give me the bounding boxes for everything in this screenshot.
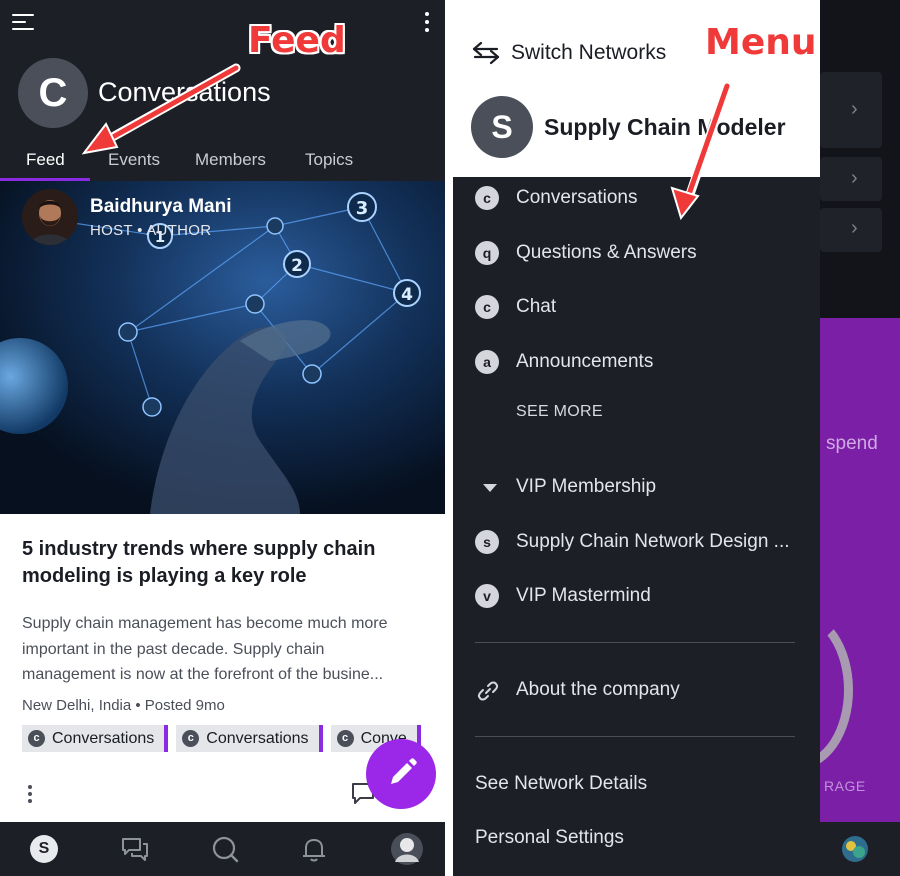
space-icon: v	[475, 584, 499, 608]
tab-members[interactable]: Members	[195, 150, 266, 170]
screenshot-divider	[445, 0, 453, 876]
group-tabs: Feed Events Members Topics	[0, 145, 445, 181]
group-avatar: C	[18, 58, 88, 128]
left-screen-feed: C Conversations Feed Events Members Topi…	[0, 0, 445, 876]
background-partial-text: RAGE	[824, 778, 866, 794]
author-avatar[interactable]	[22, 189, 78, 245]
author-role: HOST • AUTHOR	[90, 222, 212, 239]
more-options-icon[interactable]	[420, 11, 434, 33]
network-node-label: 2	[291, 256, 303, 276]
post-excerpt-line: Supply chain management has become much …	[22, 615, 388, 632]
switch-arrows-icon[interactable]	[471, 40, 501, 66]
background-partial-text: spend	[826, 433, 878, 454]
hamburger-menu-icon[interactable]	[12, 12, 36, 32]
search-icon[interactable]	[210, 834, 240, 864]
post-title[interactable]: 5 industry trends where supply chain mod…	[22, 536, 422, 590]
post-excerpt-line: management is now at the forefront of th…	[22, 666, 384, 683]
network-avatar: S	[471, 96, 533, 158]
space-icon: c	[182, 730, 200, 747]
group-header: C Conversations Feed Events Members Topi…	[0, 0, 445, 181]
author-photo	[22, 189, 78, 245]
menu-item-chat[interactable]: c Chat	[475, 289, 815, 323]
menu-item-label: Supply Chain Network Design ...	[516, 531, 790, 552]
network-home-button[interactable]: S	[30, 835, 58, 863]
space-icon: c	[336, 730, 354, 747]
space-icon: s	[475, 530, 499, 554]
chat-icon[interactable]	[120, 834, 150, 864]
annotation-menu: Menu	[705, 22, 817, 63]
topic-chip-label: Conversations	[52, 730, 155, 747]
caret-down-icon	[483, 484, 497, 492]
network-node-label: 3	[356, 198, 369, 219]
right-screen-menu: › › › spend RAGE Switch Networks S Suppl…	[453, 0, 900, 876]
profile-avatar	[842, 836, 868, 862]
space-icon: q	[475, 241, 499, 265]
chevron-right-icon: ›	[851, 98, 858, 120]
menu-item-label: Chat	[516, 296, 557, 317]
see-more-link[interactable]: SEE MORE	[516, 403, 603, 421]
menu-item-label: Conversations	[516, 187, 638, 208]
menu-item-vip-mastermind[interactable]: v VIP Mastermind	[475, 578, 815, 612]
see-network-details-link[interactable]: See Network Details	[475, 773, 647, 795]
post-meta: New Delhi, India • Posted 9mo	[22, 697, 225, 714]
tab-events[interactable]: Events	[108, 150, 160, 170]
topic-chip-label: Conversations	[206, 730, 309, 747]
tab-feed[interactable]: Feed	[26, 150, 65, 170]
menu-item-announcements[interactable]: a Announcements	[475, 344, 815, 378]
pencil-icon	[391, 758, 417, 784]
background-bottom-nav	[820, 822, 900, 876]
post-excerpt-line: important in the past decade. Supply cha…	[22, 640, 325, 658]
tab-topics[interactable]: Topics	[305, 150, 353, 170]
space-icon: c	[475, 295, 499, 319]
navigation-drawer: Switch Networks S Supply Chain Modeler c…	[453, 0, 820, 876]
group-title: Conversations	[98, 77, 271, 107]
personal-settings-link[interactable]: Personal Settings	[475, 827, 624, 849]
divider	[475, 736, 795, 737]
chevron-right-icon: ›	[851, 167, 858, 189]
topic-chip[interactable]: c Conversations	[176, 725, 323, 752]
author-name[interactable]: Baidhurya Mani	[90, 196, 231, 218]
post-options-icon[interactable]	[24, 784, 36, 806]
about-company-link[interactable]: About the company	[516, 679, 680, 701]
menu-item-label: Announcements	[516, 351, 654, 372]
topic-chip[interactable]: c Conversations	[22, 725, 169, 752]
menu-item-label: VIP Mastermind	[516, 585, 651, 606]
profile-avatar[interactable]	[390, 832, 424, 866]
chevron-right-icon: ›	[851, 217, 858, 239]
post-excerpt: Supply chain management has become much …	[22, 611, 427, 688]
collection-vip-membership[interactable]: VIP Membership	[475, 469, 815, 503]
annotation-feed: Feed	[248, 20, 346, 61]
network-name[interactable]: Supply Chain Modeler	[544, 114, 786, 141]
switch-networks-button[interactable]: Switch Networks	[511, 41, 666, 65]
menu-item-label: Questions & Answers	[516, 242, 697, 263]
space-icon: a	[475, 350, 499, 374]
link-icon	[477, 681, 499, 701]
menu-item-network-design[interactable]: s Supply Chain Network Design ...	[475, 524, 815, 558]
bell-icon[interactable]	[299, 834, 329, 864]
network-node-label: 4	[401, 285, 413, 305]
space-icon: c	[28, 730, 45, 747]
divider	[475, 642, 795, 643]
compose-post-button[interactable]	[366, 739, 436, 809]
space-icon: c	[475, 186, 499, 210]
menu-item-questions-answers[interactable]: q Questions & Answers	[475, 235, 815, 269]
bottom-navigation: S	[0, 822, 445, 876]
collection-label: VIP Membership	[516, 476, 657, 497]
menu-item-conversations[interactable]: c Conversations	[475, 180, 815, 214]
